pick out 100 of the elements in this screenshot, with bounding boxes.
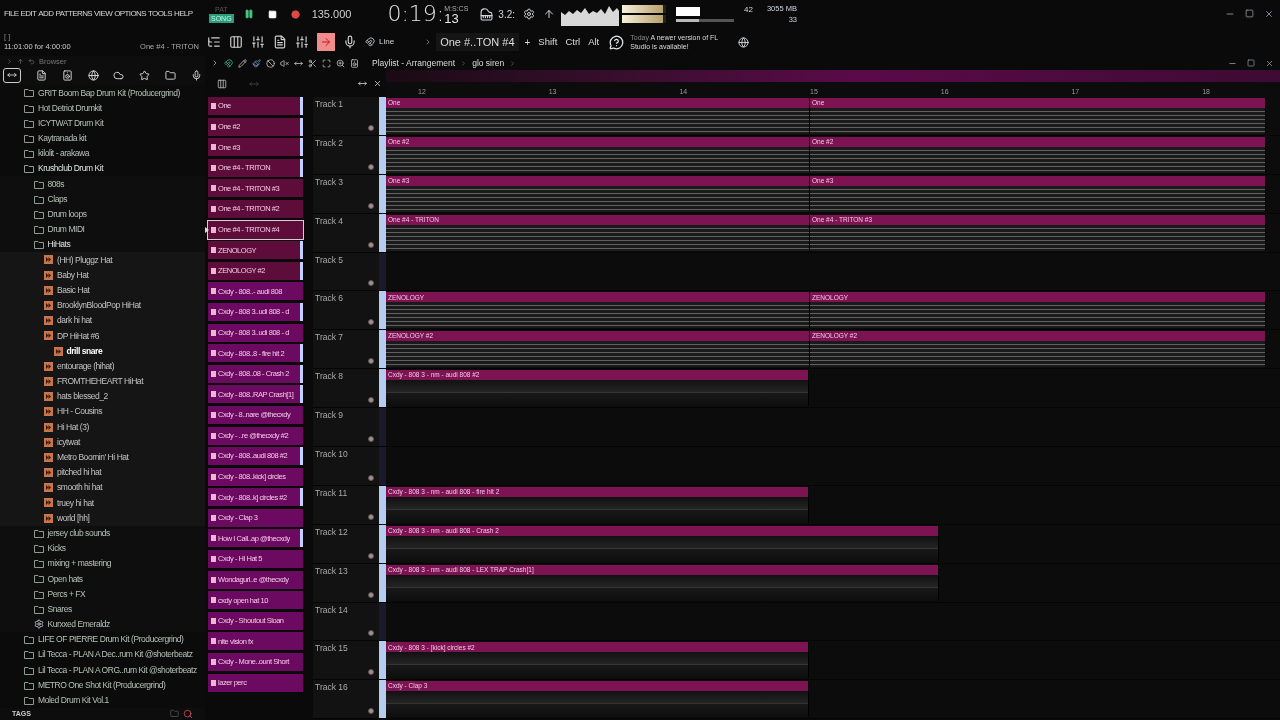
star-icon[interactable] <box>139 69 151 81</box>
menu-item[interactable]: ADD <box>38 8 54 20</box>
pattern-icon <box>211 638 216 645</box>
pause-button[interactable] <box>243 9 254 19</box>
pattern-icon <box>211 597 216 604</box>
piano-roll-icon[interactable] <box>251 35 265 49</box>
maximize-icon[interactable] <box>1247 58 1255 67</box>
slip-icon[interactable] <box>294 58 303 68</box>
folder-icon <box>33 194 44 204</box>
close-icon[interactable] <box>1265 58 1274 68</box>
browser-item[interactable]: drill snare <box>0 343 205 359</box>
pencil-icon[interactable] <box>238 58 247 68</box>
pattern-icon <box>211 370 216 377</box>
picker-icon[interactable] <box>217 78 227 89</box>
keyboard-icon[interactable] <box>480 7 494 21</box>
mute-icon[interactable] <box>280 58 289 68</box>
folder-icon <box>33 528 44 538</box>
browser-item[interactable]: DP HiHat #6 <box>0 328 205 344</box>
menu-item[interactable]: OPTIONS <box>114 8 146 20</box>
file-icon[interactable] <box>35 69 47 81</box>
pattern-icon <box>211 659 216 666</box>
browser-item[interactable]: HH - Cousins <box>0 404 205 420</box>
magnet-icon[interactable] <box>365 37 375 47</box>
menu-item[interactable]: EDIT <box>20 8 37 20</box>
record-button[interactable] <box>290 9 300 19</box>
globe-icon[interactable] <box>738 36 750 48</box>
arrangement-name[interactable]: glo siren <box>472 56 505 70</box>
time-centiseconds: 13 <box>444 12 460 25</box>
mixer-icon[interactable] <box>295 35 309 49</box>
playlist-icon[interactable] <box>273 35 287 49</box>
browser-item[interactable]: dark hi hat <box>0 313 205 329</box>
brush-icon[interactable] <box>252 58 261 68</box>
pattern-icon <box>211 226 216 233</box>
browser-icon[interactable] <box>207 35 221 49</box>
pattern-icon <box>211 473 216 480</box>
menu-item[interactable]: PATTERNS <box>55 8 93 20</box>
folder-icon <box>33 574 44 584</box>
close-icon[interactable] <box>1264 9 1274 19</box>
speaker-icon[interactable] <box>61 69 73 81</box>
menu-item[interactable]: TOOLS <box>147 8 172 20</box>
chevron-icon[interactable] <box>211 59 219 67</box>
add-pattern-button[interactable]: + <box>524 34 531 50</box>
time-display: 0:19: <box>387 3 445 25</box>
step-display[interactable]: 3.2: <box>498 6 516 22</box>
pattern-icon <box>211 247 216 254</box>
slice-icon[interactable] <box>308 58 317 68</box>
modifier-key[interactable]: Ctrl <box>565 34 581 50</box>
pattern-icon <box>211 123 216 130</box>
scope-display <box>676 6 701 16</box>
snap-selector[interactable]: Line <box>379 36 395 48</box>
browser-item[interactable]: hats blessed_2 <box>0 389 205 405</box>
close-icon[interactable] <box>373 79 382 88</box>
channel-rack-icon[interactable] <box>229 35 243 49</box>
pattern-icon <box>211 514 216 521</box>
playback-icon[interactable] <box>350 58 359 68</box>
folder-icon <box>33 225 44 235</box>
browser-item[interactable]: Hi Hat (3) <box>0 419 205 435</box>
pattern-selector[interactable]: One #..TON #4 <box>436 32 519 52</box>
browser-item[interactable]: (HH) Pluggz Hat <box>0 252 205 268</box>
pattern-icon <box>211 576 216 583</box>
pattern-icon <box>211 144 216 151</box>
playlist-title: Playlist - Arrangement <box>372 56 456 70</box>
audio-file-icon <box>44 301 53 310</box>
audio-file-icon <box>44 270 53 280</box>
audio-file-icon <box>44 376 53 386</box>
pattern-icon <box>211 329 216 336</box>
audio-file-icon <box>53 346 63 356</box>
delete-icon[interactable] <box>266 58 275 68</box>
cloud-icon[interactable] <box>113 69 125 81</box>
move-icon[interactable] <box>358 79 367 88</box>
globe-icon[interactable] <box>87 69 99 81</box>
wait-input-icon[interactable] <box>543 8 556 20</box>
help-bubble-icon[interactable] <box>609 34 625 50</box>
menu-item[interactable]: HELP <box>173 8 193 20</box>
modifier-key[interactable]: Shift <box>538 34 558 50</box>
volume-slider[interactable] <box>676 18 735 22</box>
gear-icon <box>33 619 44 630</box>
audio-file-icon <box>44 392 53 402</box>
menu-item[interactable]: FILE <box>4 8 19 20</box>
all-button[interactable] <box>3 67 21 83</box>
search-icon[interactable] <box>183 709 193 719</box>
microphone-icon[interactable] <box>190 69 202 81</box>
tempo-display[interactable]: 135.000 <box>311 5 352 23</box>
microphone-icon[interactable] <box>343 35 357 49</box>
select-icon[interactable] <box>322 58 331 68</box>
modifier-key[interactable]: Alt <box>588 34 600 50</box>
pattern-icon <box>211 391 216 398</box>
pattern-icon <box>211 432 216 439</box>
stop-button[interactable] <box>267 9 277 19</box>
magnet-icon[interactable] <box>224 58 233 68</box>
browser-item[interactable]: truey hi hat <box>0 495 205 511</box>
audio-file-icon <box>44 452 53 462</box>
maximize-icon[interactable] <box>1245 9 1254 18</box>
pattern-icon <box>211 205 216 212</box>
audio-file-icon <box>44 422 53 432</box>
folder-icon <box>33 589 44 599</box>
zoom-icon[interactable] <box>336 58 345 68</box>
menu-item[interactable]: VIEW <box>94 8 113 20</box>
arrow-right-icon <box>320 36 332 48</box>
browser-item[interactable]: smooth hi hat <box>0 480 205 496</box>
